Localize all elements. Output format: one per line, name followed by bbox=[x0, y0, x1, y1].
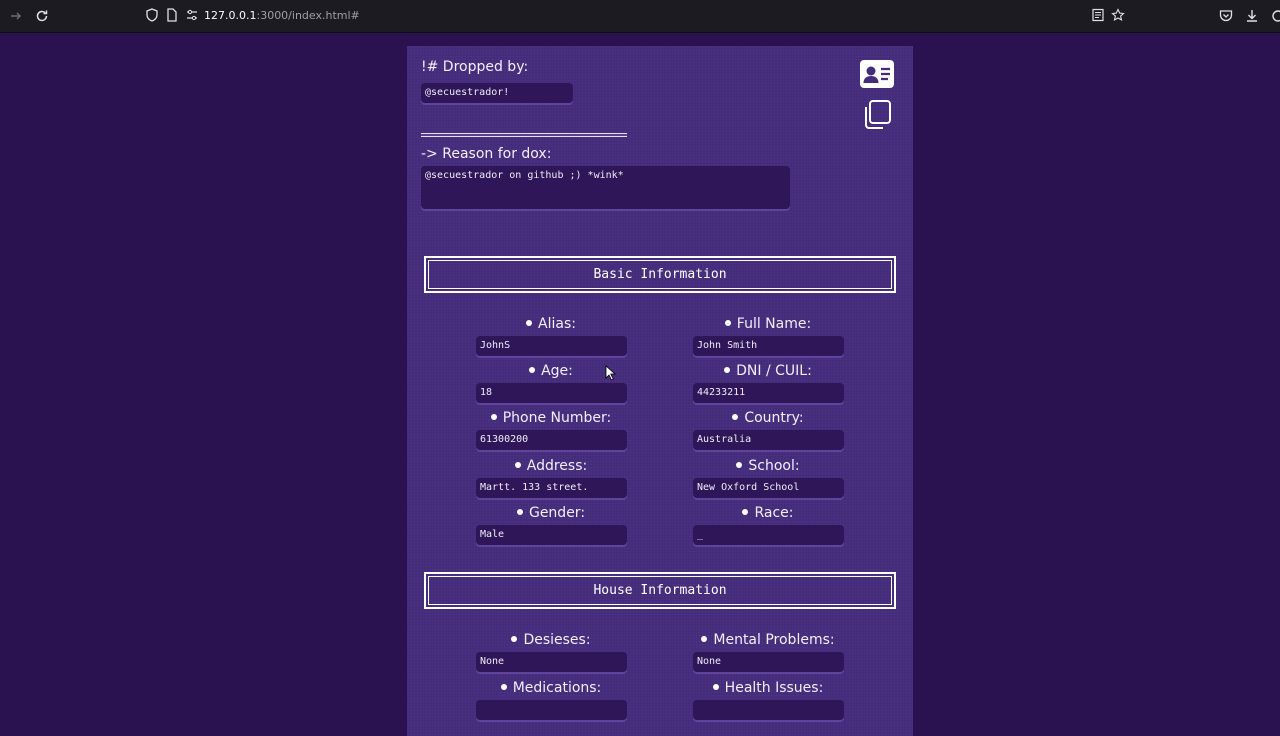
page-icon[interactable] bbox=[164, 8, 180, 24]
school-label: School: bbox=[688, 458, 848, 474]
school-field[interactable]: New Oxford School bbox=[693, 478, 844, 498]
dropped-by-field[interactable]: @secuestrador! bbox=[421, 83, 573, 103]
forward-icon[interactable] bbox=[8, 8, 24, 24]
bullet-icon bbox=[701, 636, 708, 642]
bullet-icon bbox=[742, 509, 749, 515]
bullet-icon bbox=[526, 320, 533, 326]
dox-panel: !# Dropped by: @secuestrador! -> Reason … bbox=[407, 46, 913, 736]
mental-problems-label: Mental Problems: bbox=[688, 632, 848, 648]
bullet-icon bbox=[724, 320, 731, 326]
divider bbox=[421, 133, 627, 137]
account-icon[interactable] bbox=[1268, 8, 1280, 24]
full-name-label: Full Name: bbox=[688, 316, 848, 332]
bullet-icon bbox=[724, 367, 731, 373]
race-label: Race: bbox=[688, 505, 848, 521]
bullet-icon bbox=[516, 509, 523, 515]
dni-field[interactable]: 44233211 bbox=[693, 383, 844, 403]
address-field[interactable]: Martt. 133 street. bbox=[476, 478, 627, 498]
full-name-field[interactable]: John Smith bbox=[693, 336, 844, 356]
browser-toolbar: 127.0.0.1:3000/index.html# bbox=[0, 0, 1280, 33]
country-label: Country: bbox=[688, 410, 848, 426]
bullet-icon bbox=[511, 636, 518, 642]
phone-label: Phone Number: bbox=[471, 410, 631, 426]
reload-icon[interactable] bbox=[34, 8, 50, 24]
alias-label: Alias: bbox=[471, 316, 631, 332]
pocket-icon[interactable] bbox=[1218, 8, 1234, 24]
medications-field[interactable] bbox=[476, 700, 627, 720]
country-field[interactable]: Australia bbox=[693, 430, 844, 450]
gender-field[interactable]: Male bbox=[476, 525, 627, 545]
address-label: Address: bbox=[471, 458, 631, 474]
health-issues-label: Health Issues: bbox=[688, 680, 848, 696]
copy-icon[interactable] bbox=[861, 99, 893, 131]
bullet-icon bbox=[529, 367, 536, 373]
url-path: :3000/index.html# bbox=[256, 9, 360, 22]
url-bar[interactable]: 127.0.0.1:3000/index.html# bbox=[140, 4, 1130, 28]
url-host: 127.0.0.1 bbox=[204, 9, 257, 22]
race-field[interactable]: _ bbox=[693, 525, 844, 545]
gender-label: Gender: bbox=[471, 505, 631, 521]
desieses-field[interactable]: None bbox=[476, 652, 627, 672]
reason-label: -> Reason for dox: bbox=[421, 146, 552, 162]
bullet-icon bbox=[500, 684, 507, 690]
star-icon[interactable] bbox=[1110, 8, 1126, 24]
bullet-icon bbox=[514, 462, 521, 468]
download-icon[interactable] bbox=[1244, 8, 1260, 24]
contact-card-icon[interactable] bbox=[860, 60, 894, 88]
reader-view-icon[interactable] bbox=[1090, 8, 1106, 24]
bullet-icon bbox=[712, 684, 719, 690]
alias-field[interactable]: JohnS bbox=[476, 336, 627, 356]
mouse-cursor-icon bbox=[605, 365, 617, 381]
age-field[interactable]: 18 bbox=[476, 383, 627, 403]
reason-field[interactable]: @secuestrador on github ;) *wink* bbox=[421, 166, 790, 209]
url-text[interactable]: 127.0.0.1:3000/index.html# bbox=[204, 9, 360, 22]
bullet-icon bbox=[732, 414, 739, 420]
dni-label: DNI / CUIL: bbox=[688, 363, 848, 379]
phone-field[interactable]: 61300200 bbox=[476, 430, 627, 450]
desieses-label: Desieses: bbox=[471, 632, 631, 648]
bullet-icon bbox=[490, 414, 497, 420]
house-information-header: House Information bbox=[424, 572, 896, 609]
shield-icon[interactable] bbox=[144, 8, 160, 24]
medications-label: Medications: bbox=[471, 680, 631, 696]
basic-information-header: Basic Information bbox=[424, 256, 896, 293]
dropped-by-label: !# Dropped by: bbox=[421, 59, 529, 75]
health-issues-field[interactable] bbox=[693, 700, 844, 720]
site-settings-icon[interactable] bbox=[184, 8, 200, 24]
mental-problems-field[interactable]: None bbox=[693, 652, 844, 672]
bullet-icon bbox=[736, 462, 743, 468]
